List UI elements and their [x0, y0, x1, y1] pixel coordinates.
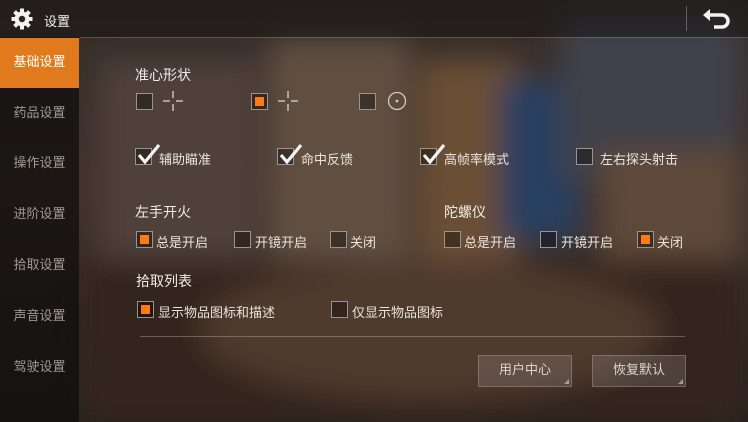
sidebar-item-pickup[interactable]: 拾取设置 — [0, 241, 79, 291]
aim-assist-checkbox[interactable] — [135, 143, 161, 165]
crosshair-plus-icon — [278, 91, 298, 111]
gyro-off-label: 关闭 — [657, 236, 684, 251]
sidebar-item-controls[interactable]: 操作设置 — [0, 139, 79, 189]
hit-feedback-checkbox[interactable] — [277, 143, 303, 165]
gyro-always-checkbox[interactable] — [444, 231, 461, 248]
high-framerate-label: 高帧率模式 — [444, 153, 510, 168]
crosshair-section-title: 准心形状 — [135, 68, 191, 84]
gyro-section-title: 陀螺仪 — [444, 205, 486, 221]
sidebar-item-sound[interactable]: 声音设置 — [0, 292, 79, 342]
left-fire-scope-label: 开镜开启 — [255, 236, 308, 251]
gear-icon — [11, 8, 33, 30]
pickup-show-icon-desc-label: 显示物品图标和描述 — [158, 306, 276, 321]
sidebar-item-advanced[interactable]: 进阶设置 — [0, 190, 79, 240]
back-arrow-icon — [703, 9, 730, 29]
crosshair-option-1-checkbox[interactable] — [136, 93, 153, 110]
left-fire-off-label: 关闭 — [350, 236, 377, 251]
content-divider — [140, 336, 685, 337]
back-button[interactable] — [686, 0, 748, 37]
sidebar-item-medicine[interactable]: 药品设置 — [0, 89, 79, 139]
checkmark-icon — [279, 143, 303, 165]
checkmark-icon — [422, 143, 446, 165]
pickup-list-section-title: 拾取列表 — [136, 274, 192, 290]
peek-fire-checkbox[interactable] — [576, 148, 593, 165]
sidebar-item-driving[interactable]: 驾驶设置 — [0, 343, 79, 393]
gyro-scope-checkbox[interactable] — [540, 231, 557, 248]
gyro-always-label: 总是开启 — [464, 236, 517, 251]
sidebar: 基础设置 药品设置 操作设置 进阶设置 拾取设置 声音设置 驾驶设置 — [0, 37, 79, 422]
gyro-off-checkbox[interactable] — [637, 231, 654, 248]
restore-default-button[interactable]: 恢复默认 — [592, 355, 686, 387]
checkmark-icon — [137, 143, 161, 165]
left-fire-off-checkbox[interactable] — [330, 231, 347, 248]
left-fire-section-title: 左手开火 — [135, 205, 191, 221]
peek-fire-label: 左右探头射击 — [600, 153, 679, 168]
crosshair-plus-icon — [163, 91, 183, 111]
left-fire-always-label: 总是开启 — [156, 236, 209, 251]
aim-assist-label: 辅助瞄准 — [159, 153, 212, 168]
crosshair-option-3-checkbox[interactable] — [359, 93, 376, 110]
page-title: 设置 — [44, 15, 71, 30]
high-framerate-checkbox[interactable] — [420, 143, 446, 165]
left-fire-scope-checkbox[interactable] — [234, 231, 251, 248]
top-bar — [0, 0, 748, 37]
pickup-icon-only-label: 仅显示物品图标 — [352, 306, 444, 321]
top-bar-divider — [80, 37, 748, 38]
user-center-button[interactable]: 用户中心 — [478, 355, 572, 387]
gyro-scope-label: 开镜开启 — [561, 236, 614, 251]
pickup-icon-only-checkbox[interactable] — [331, 301, 348, 318]
sidebar-item-basic[interactable]: 基础设置 — [0, 38, 79, 88]
crosshair-option-2-checkbox[interactable] — [251, 93, 268, 110]
left-fire-always-checkbox[interactable] — [136, 231, 153, 248]
pickup-show-icon-desc-checkbox[interactable] — [137, 301, 154, 318]
hit-feedback-label: 命中反馈 — [301, 153, 354, 168]
crosshair-dot-icon — [387, 91, 407, 111]
